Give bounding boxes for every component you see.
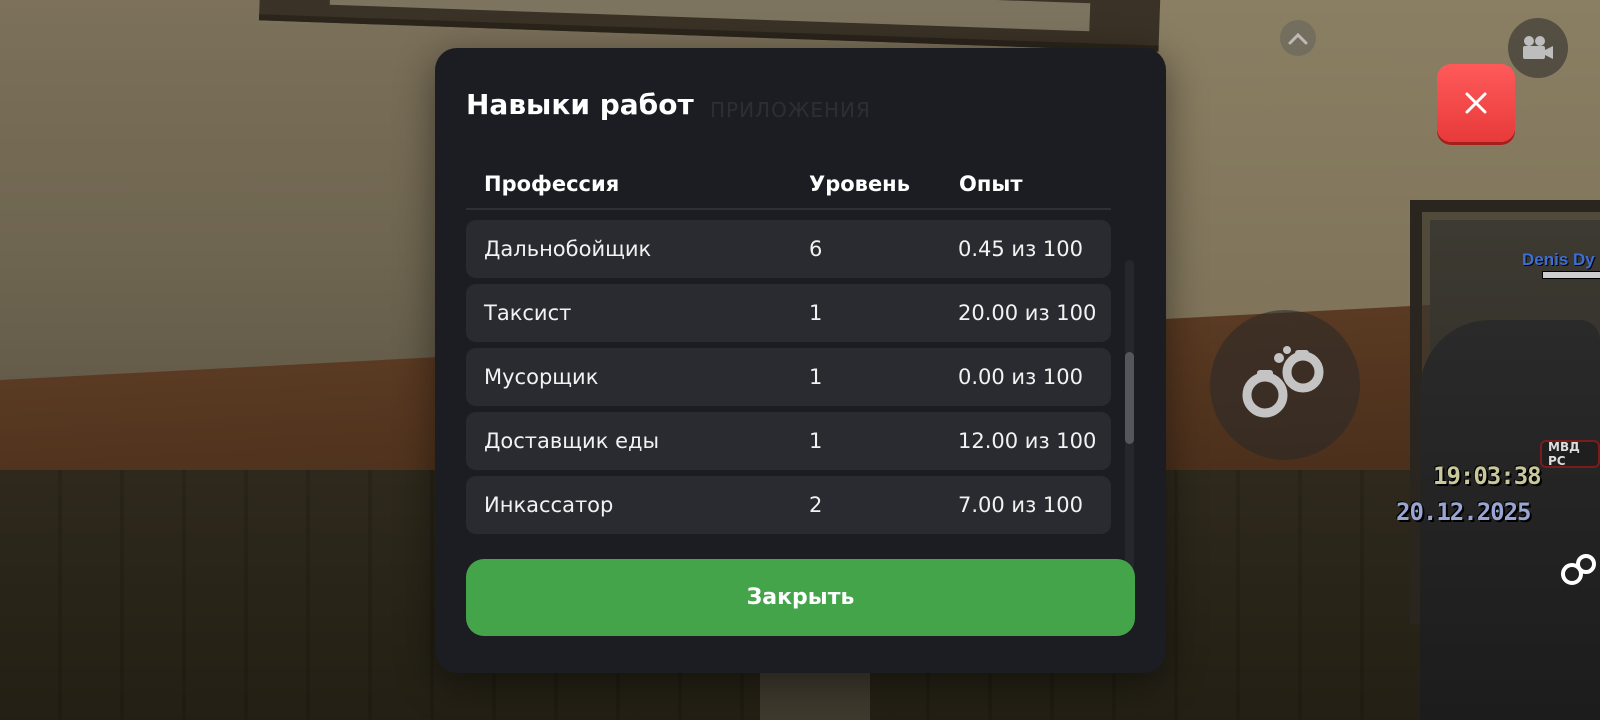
- handcuffs-icon: [1556, 548, 1600, 592]
- player-health-bar: [1542, 271, 1600, 279]
- column-header-profession: Профессия: [484, 172, 620, 196]
- cell-level: 2: [809, 493, 823, 517]
- cell-level: 1: [809, 429, 823, 453]
- cell-level: 1: [809, 365, 823, 389]
- hud-clock: 19:03:38: [1433, 462, 1542, 490]
- chevron-up-icon[interactable]: [1280, 20, 1316, 56]
- job-skills-modal: ПРИЛОЖЕНИЯ Навыки работ Профессия Уровен…: [435, 48, 1166, 673]
- table-row: Доставщик еды 1 12.00 из 100: [466, 412, 1111, 470]
- cell-profession: Инкассатор: [484, 493, 614, 517]
- cell-level: 6: [809, 237, 823, 261]
- skills-table-body[interactable]: Дальнобойщик 6 0.45 из 100 Таксист 1 20.…: [466, 220, 1111, 570]
- hud-date: 20.12.2025: [1396, 498, 1531, 526]
- camera-button[interactable]: [1508, 18, 1568, 78]
- cell-profession: Дальнобойщик: [484, 237, 652, 261]
- table-row: Таксист 1 20.00 из 100: [466, 284, 1111, 342]
- handcuffs-icon: [1242, 346, 1324, 418]
- cell-profession: Доставщик еды: [484, 429, 660, 453]
- cell-profession: Мусорщик: [484, 365, 599, 389]
- background-app-title: ПРИЛОЖЕНИЯ: [710, 98, 871, 122]
- table-row: Инкассатор 2 7.00 из 100: [466, 476, 1111, 534]
- scrollbar-thumb[interactable]: [1125, 352, 1134, 444]
- cell-experience: 20.00 из 100: [958, 301, 1097, 325]
- sleeve-badge: МВД РС: [1540, 440, 1600, 468]
- table-row: Дальнобойщик 6 0.45 из 100: [466, 220, 1111, 278]
- close-icon: [1465, 92, 1487, 114]
- cell-experience: 0.00 из 100: [958, 365, 1084, 389]
- table-row: Мусорщик 1 0.00 из 100: [466, 348, 1111, 406]
- cell-experience: 0.45 из 100: [958, 237, 1084, 261]
- scrollbar[interactable]: [1125, 260, 1134, 570]
- column-header-experience: Опыт: [959, 172, 1023, 196]
- handcuffs-button[interactable]: [1210, 310, 1360, 460]
- cell-profession: Таксист: [484, 301, 572, 325]
- cell-experience: 7.00 из 100: [958, 493, 1084, 517]
- close-button[interactable]: Закрыть: [466, 559, 1135, 636]
- video-camera-icon: [1523, 36, 1553, 59]
- table-header: Профессия Уровень Опыт: [466, 158, 1111, 210]
- hud-close-button[interactable]: [1437, 64, 1515, 142]
- cell-experience: 12.00 из 100: [958, 429, 1097, 453]
- column-header-level: Уровень: [809, 172, 910, 196]
- player-nametag: Denis Dy: [1522, 250, 1595, 269]
- modal-title: Навыки работ: [466, 88, 694, 121]
- cell-level: 1: [809, 301, 823, 325]
